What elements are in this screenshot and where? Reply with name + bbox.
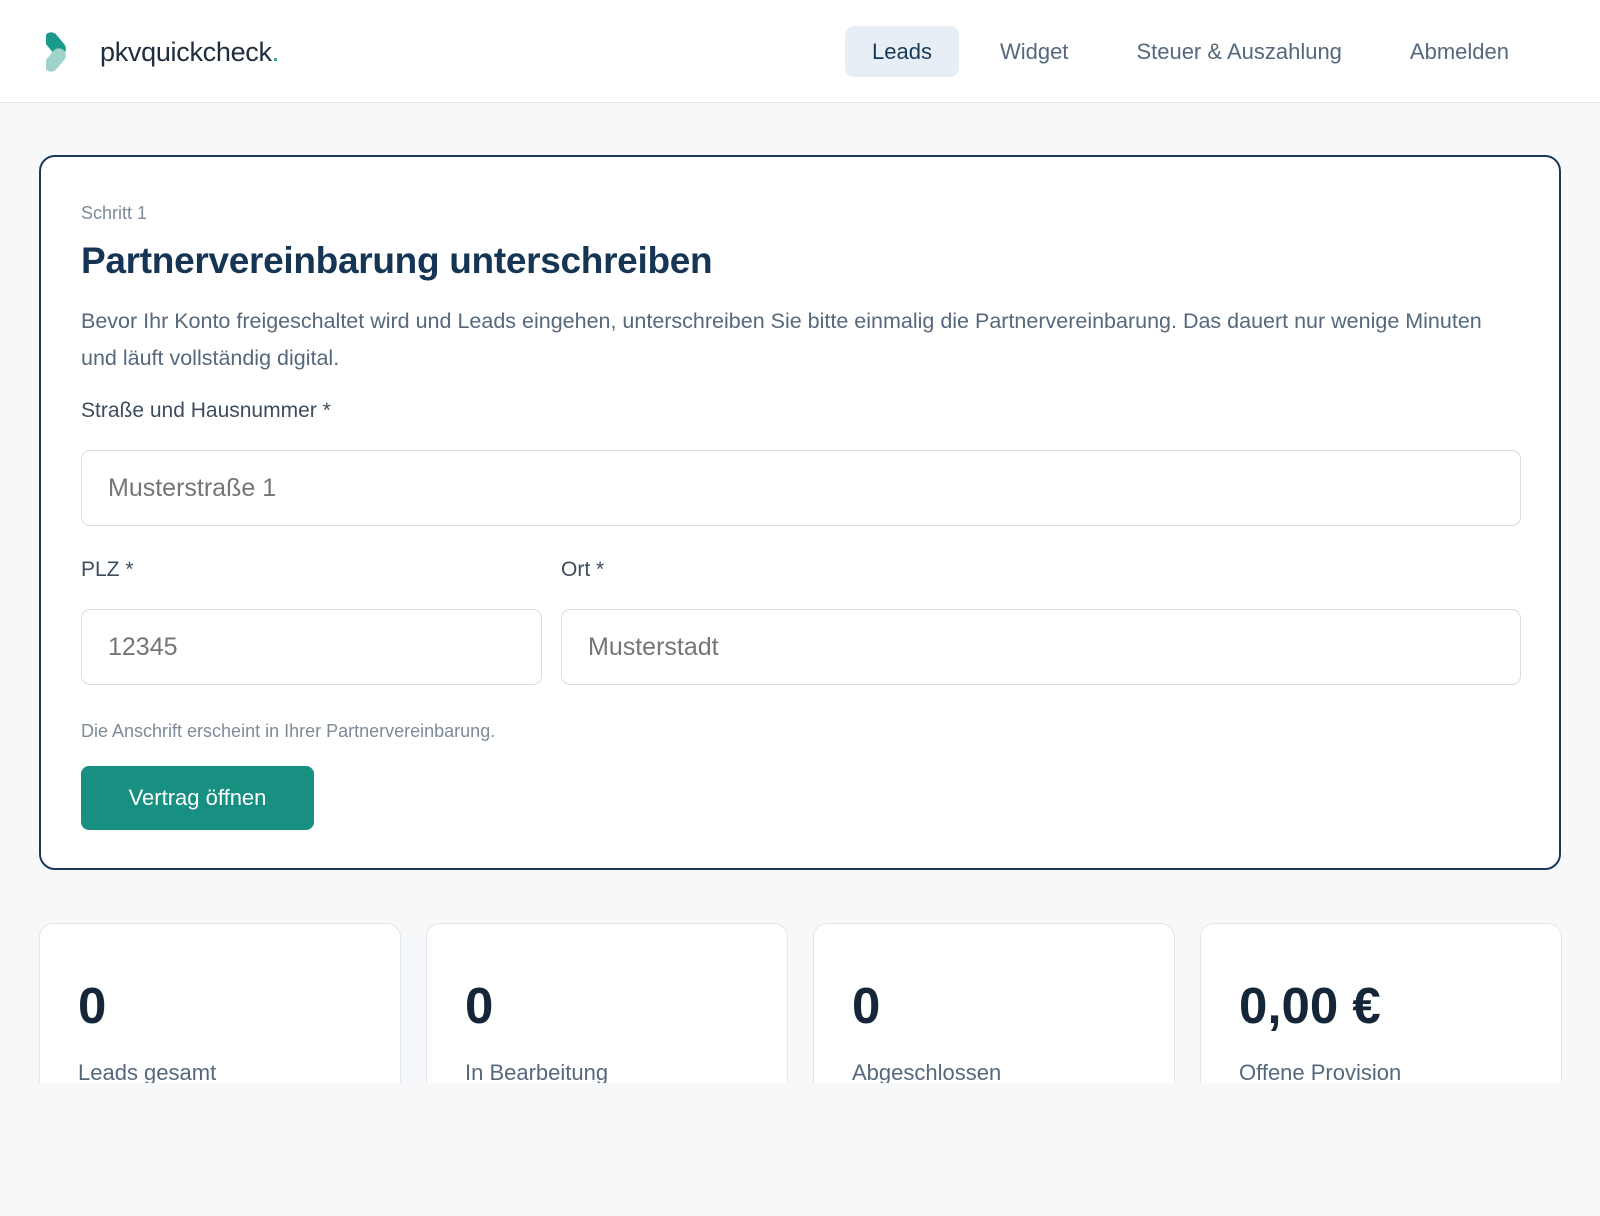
stat-label: Offene Provision <box>1239 1060 1402 1083</box>
city-label: Ort * <box>561 558 605 581</box>
stat-label: Leads gesamt <box>78 1060 217 1083</box>
stat-label: In Bearbeitung <box>465 1060 609 1083</box>
nav-leads[interactable]: Leads <box>845 26 959 77</box>
city-input[interactable] <box>561 609 1521 685</box>
stat-value: 0 <box>465 977 494 1034</box>
card-description: Bevor Ihr Konto freigeschaltet wird und … <box>81 309 1482 370</box>
stat-card-completed: 0 Abgeschlossen <box>813 923 1175 1083</box>
address-hint: Die Anschrift erscheint in Ihrer Partner… <box>81 721 496 741</box>
street-input[interactable] <box>81 450 1521 526</box>
zip-label: PLZ * <box>81 558 134 581</box>
nav-abmelden[interactable]: Abmelden <box>1383 26 1536 77</box>
logo-text: pkvquickcheck. <box>100 36 279 67</box>
logo-chevron-icon <box>46 32 66 72</box>
stat-card-open-commission: 0,00 € Offene Provision <box>1200 923 1562 1083</box>
stat-value: 0,00 € <box>1239 977 1381 1034</box>
stat-card-leads-total: 0 Leads gesamt <box>39 923 401 1083</box>
stat-label: Abgeschlossen <box>852 1060 1002 1083</box>
main-nav: Leads Widget Steuer & Auszahlung Abmelde… <box>831 26 1536 77</box>
stat-value: 0 <box>78 977 107 1034</box>
street-label: Straße und Hausnummer * <box>81 399 331 422</box>
nav-steuer-auszahlung[interactable]: Steuer & Auszahlung <box>1109 26 1368 77</box>
card-title: Partnervereinbarung unterschreiben <box>81 240 713 281</box>
logo[interactable]: pkvquickcheck. <box>46 28 279 76</box>
top-header: pkvquickcheck. Leads Widget Steuer & Aus… <box>0 0 1600 103</box>
open-contract-button[interactable]: Vertrag öffnen <box>81 766 314 830</box>
stat-card-in-progress: 0 In Bearbeitung <box>426 923 788 1083</box>
step-indicator: Schritt 1 <box>81 203 148 223</box>
nav-widget[interactable]: Widget <box>973 26 1095 77</box>
partner-agreement-card: Schritt 1 Partnervereinbarung unterschre… <box>39 155 1561 870</box>
stat-value: 0 <box>852 977 881 1034</box>
zip-input[interactable] <box>81 609 542 685</box>
